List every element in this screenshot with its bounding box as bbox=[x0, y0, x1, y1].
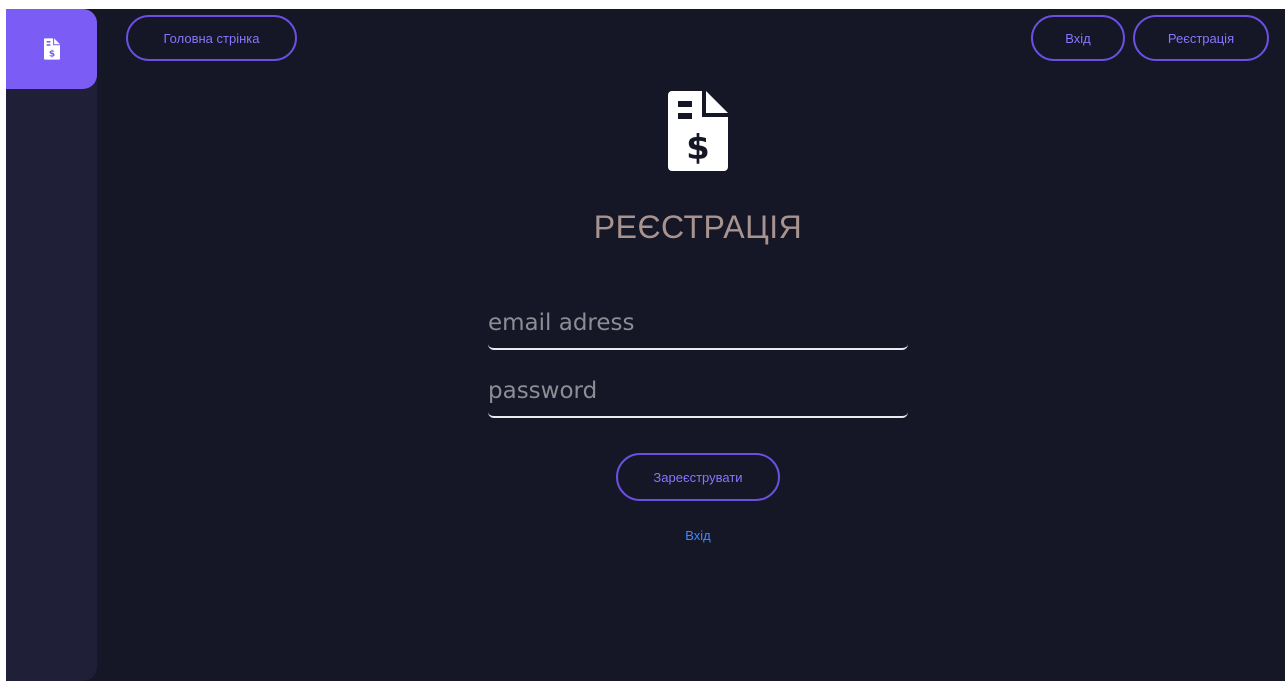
invoice-dollar-icon: $ bbox=[43, 38, 60, 60]
register-submit-button[interactable]: Зареєструвати bbox=[616, 453, 780, 501]
login-link[interactable]: Вхід bbox=[646, 528, 750, 543]
password-field[interactable] bbox=[488, 374, 908, 418]
sidebar: $ bbox=[6, 9, 97, 681]
svg-text:$: $ bbox=[48, 49, 54, 59]
email-field[interactable] bbox=[488, 306, 908, 350]
app-window: $ Головна стрінка Вхід Реєстрація $ РЕЄС… bbox=[6, 9, 1285, 681]
svg-text:$: $ bbox=[686, 128, 710, 168]
register-button[interactable]: Реєстрація bbox=[1133, 15, 1269, 61]
page-title: РЕЄСТРАЦІЯ bbox=[593, 209, 803, 245]
home-button[interactable]: Головна стрінка bbox=[126, 15, 297, 61]
invoice-dollar-icon: $ bbox=[668, 91, 728, 171]
login-button[interactable]: Вхід bbox=[1031, 15, 1125, 61]
sidebar-logo-button[interactable]: $ bbox=[6, 9, 97, 89]
